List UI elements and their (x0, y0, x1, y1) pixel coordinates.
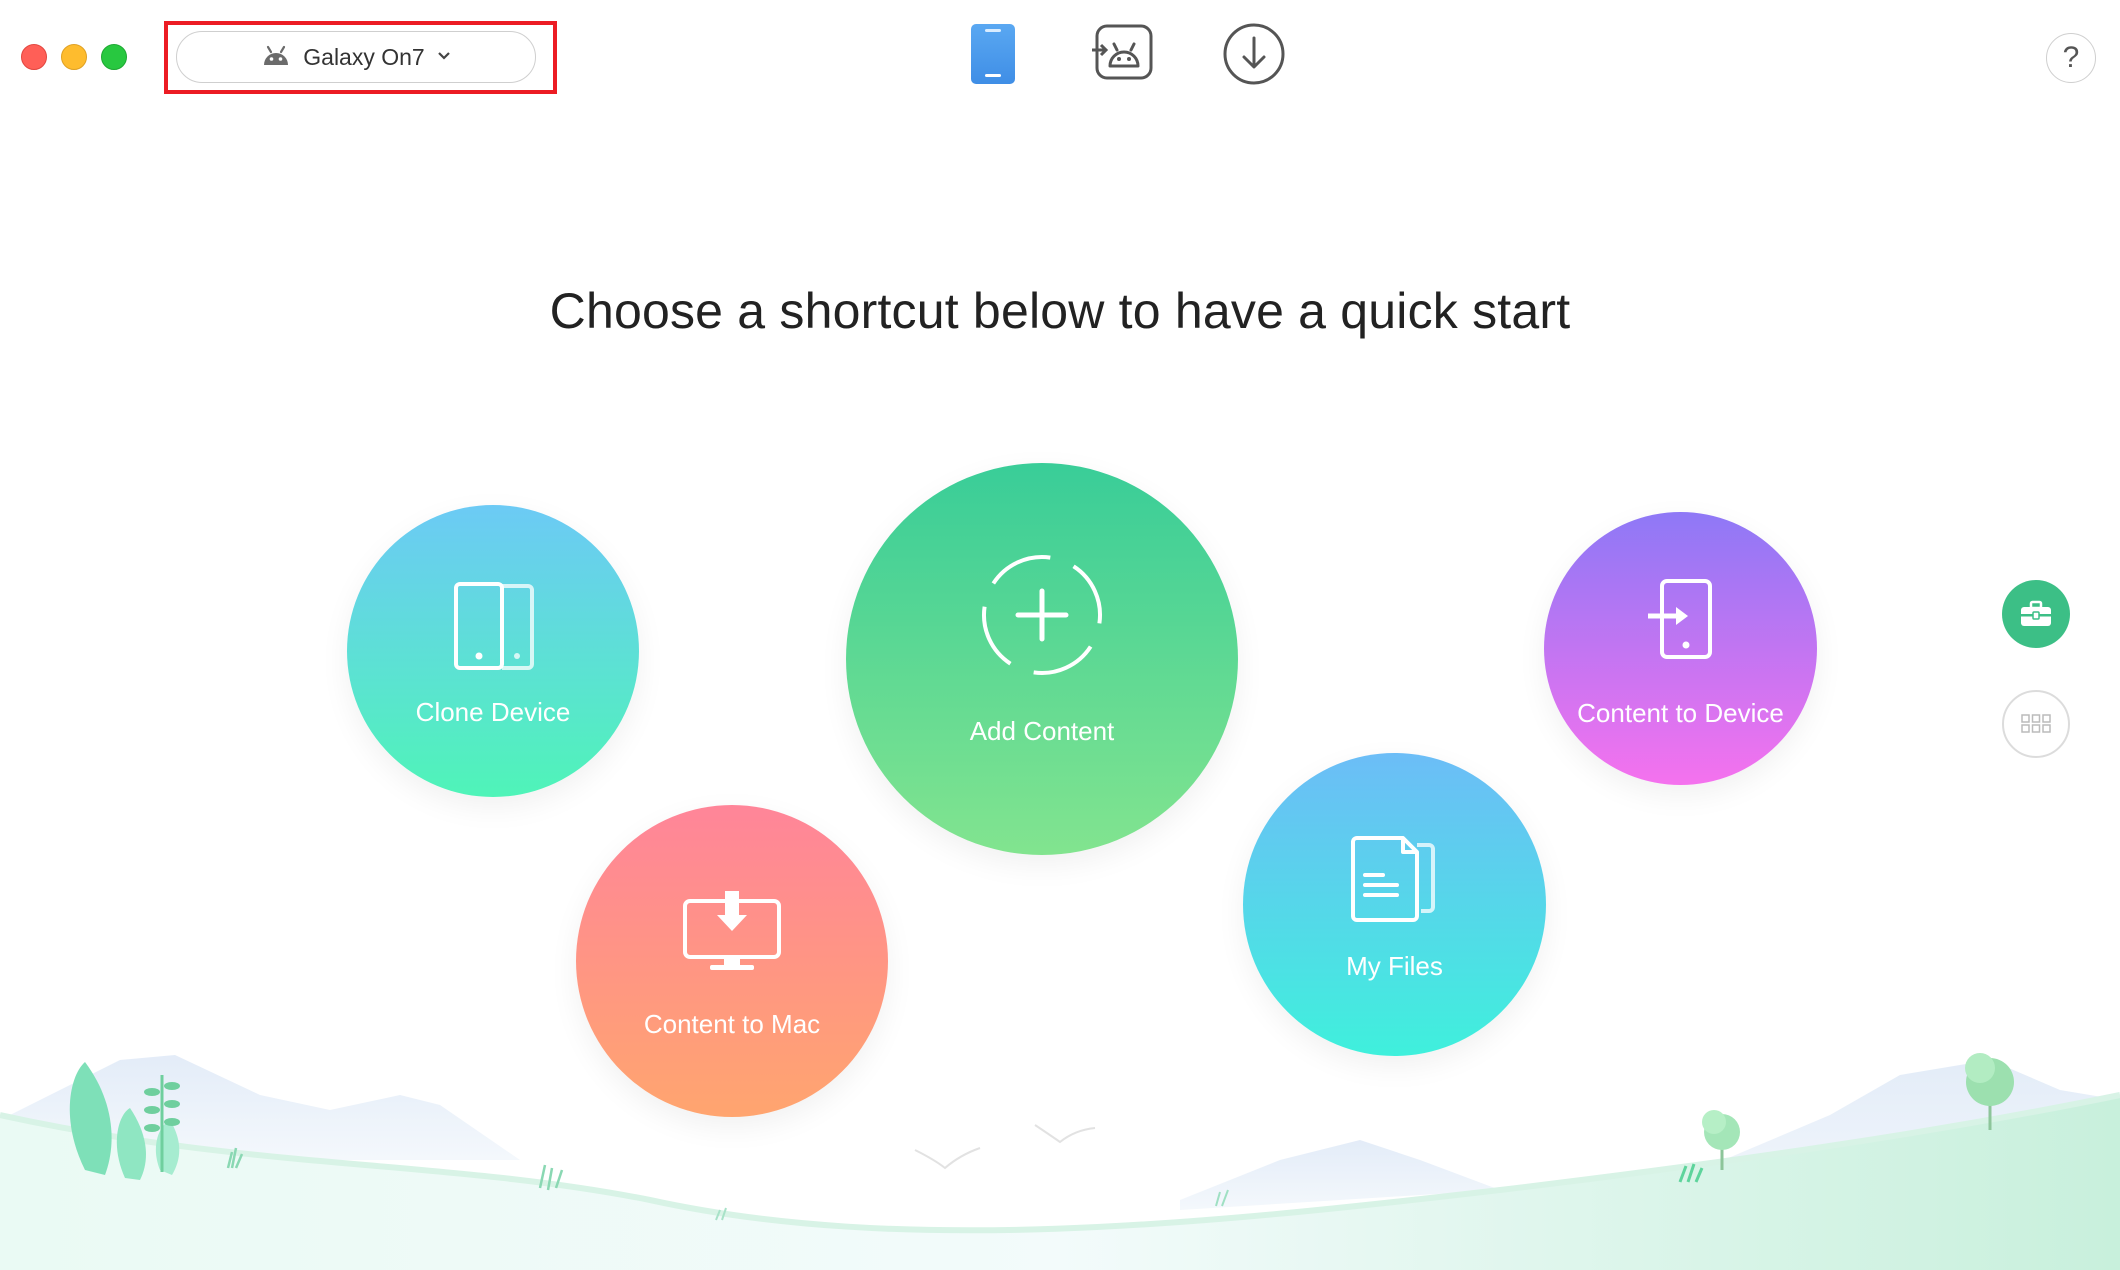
landscape-illustration (0, 1053, 2120, 1270)
clone-device-icon (454, 582, 534, 670)
zoom-window-button[interactable] (101, 44, 127, 70)
my-files-label: My Files (1346, 951, 1443, 981)
content-to-device-label: Content to Device (1577, 698, 1784, 728)
tab-downloader[interactable] (1222, 22, 1286, 91)
android-icon (261, 43, 291, 72)
tab-device-manager[interactable] (968, 22, 1018, 91)
clone-device-button[interactable]: Clone Device (347, 505, 639, 797)
add-content-label: Add Content (969, 716, 1115, 746)
help-label: ? (2062, 41, 2080, 74)
content-to-device-icon (1648, 579, 1712, 659)
content-to-mac-icon (683, 891, 781, 970)
clone-device-label: Clone Device (415, 697, 571, 727)
close-window-button[interactable] (21, 44, 47, 70)
my-files-icon (1351, 836, 1435, 922)
device-selector-dropdown[interactable]: Galaxy On7 (176, 31, 536, 83)
page-title: Choose a shortcut below to have a quick … (549, 283, 1571, 339)
my-files-button[interactable]: My Files (1243, 753, 1546, 1056)
device-name: Galaxy On7 (303, 43, 425, 70)
help-button[interactable]: ? (2046, 33, 2096, 83)
grid-icon (2021, 714, 2051, 733)
chevron-down-icon (437, 48, 451, 66)
add-content-button[interactable]: Add Content (846, 463, 1238, 855)
download-circle-icon (1223, 23, 1285, 85)
android-transfer-icon (1092, 24, 1153, 80)
content-to-device-button[interactable]: Content to Device (1544, 512, 1817, 785)
add-content-icon (982, 555, 1102, 675)
toolbox-button[interactable] (2002, 580, 2070, 648)
grid-view-button[interactable] (2002, 690, 2070, 758)
phone-icon (971, 24, 1015, 84)
minimize-window-button[interactable] (61, 44, 87, 70)
toolbox-icon (2021, 600, 2051, 626)
tab-android-mover[interactable] (1092, 22, 1156, 87)
